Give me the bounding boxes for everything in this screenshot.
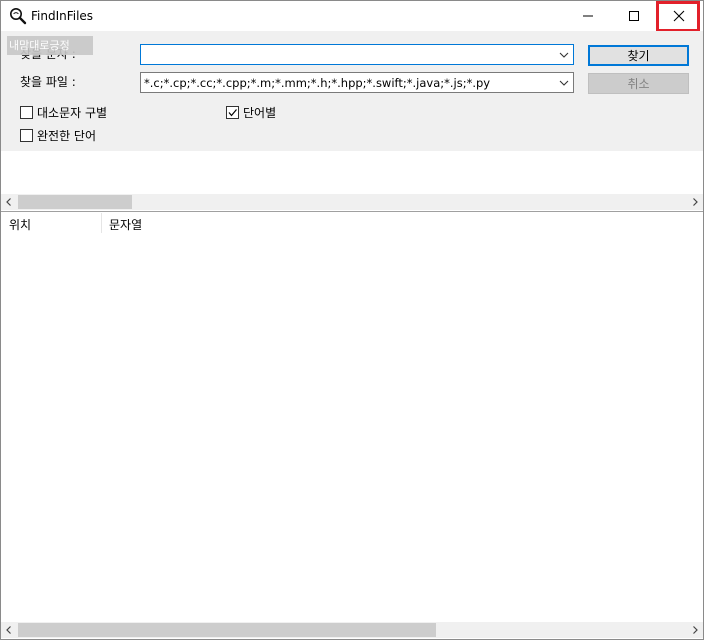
word-unit-label: 단어별	[243, 106, 277, 120]
results-header: 위치 문자열	[1, 212, 703, 234]
column-header-string[interactable]: 문자열	[109, 216, 142, 233]
chevron-left-icon[interactable]	[4, 625, 14, 635]
tooltip-overlay: 내맘대로긍정	[7, 36, 93, 55]
file-pattern-value: *.c;*.cp;*.cc;*.cpp;*.m;*.mm;*.h;*.hpp;*…	[144, 76, 491, 90]
chevron-down-icon[interactable]	[558, 77, 570, 89]
column-separator[interactable]	[101, 213, 102, 233]
chevron-left-icon[interactable]	[4, 197, 14, 207]
whole-word-checkbox[interactable]: 완전한 단어	[20, 127, 96, 144]
maximize-icon	[629, 11, 639, 21]
scrollbar-thumb[interactable]	[18, 623, 436, 637]
magnifier-icon	[10, 8, 27, 25]
find-text-combobox[interactable]	[140, 44, 574, 65]
cancel-button[interactable]: 취소	[588, 73, 689, 94]
chevron-right-icon[interactable]	[690, 197, 700, 207]
close-button-highlight	[656, 1, 700, 32]
whole-word-label: 완전한 단어	[37, 129, 97, 143]
scrollbar-thumb[interactable]	[18, 195, 132, 209]
checkmark-icon	[228, 109, 237, 117]
app-window: FindInFiles 찾을 문자 : 찾을 파일 : *.c;*.cp;*.c…	[0, 0, 704, 640]
title-bar[interactable]: FindInFiles	[1, 1, 703, 32]
checkbox-box[interactable]	[20, 129, 33, 142]
window-title: FindInFiles	[31, 9, 94, 23]
file-pattern-combobox[interactable]: *.c;*.cp;*.cc;*.cpp;*.m;*.mm;*.h;*.hpp;*…	[140, 72, 574, 93]
chevron-down-icon[interactable]	[558, 49, 570, 61]
bottom-horizontal-scrollbar[interactable]	[1, 622, 703, 638]
find-button[interactable]: 찾기	[588, 45, 689, 66]
match-case-label: 대소문자 구별	[37, 106, 108, 120]
search-options-panel: 찾을 문자 : 찾을 파일 : *.c;*.cp;*.cc;*.cpp;*.m;…	[1, 31, 703, 151]
column-header-location[interactable]: 위치	[9, 216, 31, 233]
word-unit-checkbox[interactable]: 단어별	[226, 104, 276, 121]
top-horizontal-scrollbar[interactable]	[1, 194, 703, 210]
file-pattern-label: 찾을 파일 :	[20, 75, 76, 89]
chevron-right-icon[interactable]	[690, 625, 700, 635]
match-case-checkbox[interactable]: 대소문자 구별	[20, 104, 107, 121]
maximize-button[interactable]	[611, 1, 657, 31]
checkbox-box[interactable]	[226, 106, 239, 119]
minimize-button[interactable]	[565, 1, 611, 31]
minimize-icon	[583, 15, 593, 17]
checkbox-box[interactable]	[20, 106, 33, 119]
results-list[interactable]	[1, 234, 703, 622]
